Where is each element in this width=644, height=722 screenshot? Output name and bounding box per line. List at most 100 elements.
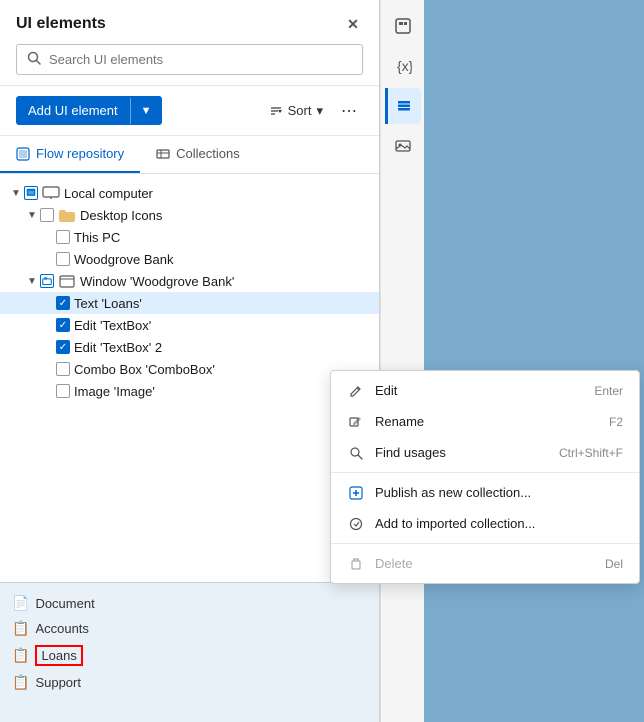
chevron-window: ▼: [24, 273, 40, 289]
checkbox-thispc[interactable]: [56, 230, 70, 244]
sort-button[interactable]: Sort ▾: [261, 98, 331, 124]
tree-item-textbox2[interactable]: ✓ Edit 'TextBox' 2: [0, 336, 379, 358]
tree-container: ▼ Local computer ▼ Desktop Icons: [0, 174, 379, 582]
search-input[interactable]: [49, 52, 352, 67]
edit-menu-icon: [347, 384, 365, 398]
menu-label-rename: Rename: [375, 414, 424, 429]
tree-item-local-computer[interactable]: ▼ Local computer: [0, 182, 379, 204]
more-options-button[interactable]: ⋯: [335, 97, 363, 125]
menu-label-edit: Edit: [375, 383, 397, 398]
sidebar-icon-ui[interactable]: [385, 8, 421, 44]
preview-content: 📄 Document 📋 Accounts 📋 Loans 📋 Support: [0, 583, 379, 703]
menu-separator-2: [331, 543, 639, 544]
checkbox-woodgrove[interactable]: [56, 252, 70, 266]
close-button[interactable]: ✕: [343, 14, 363, 34]
menu-shortcut-find-usages: Ctrl+Shift+F: [559, 446, 623, 460]
left-panel: UI elements ✕ Add UI element ▼: [0, 0, 380, 722]
tree-label-woodgrove: Woodgrove Bank: [74, 252, 174, 267]
tree-item-image[interactable]: Image 'Image': [0, 380, 379, 402]
preview-loans: 📋 Loans: [12, 641, 367, 670]
menu-shortcut-edit: Enter: [594, 384, 623, 398]
preview-area: 📄 Document 📋 Accounts 📋 Loans 📋 Support: [0, 582, 379, 722]
search-icon: [27, 51, 41, 68]
tree-item-combobox[interactable]: Combo Box 'ComboBox': [0, 358, 379, 380]
menu-item-add-imported[interactable]: Add to imported collection...: [331, 508, 639, 539]
rename-menu-icon: [347, 415, 365, 429]
checkbox-textbox2[interactable]: ✓: [56, 340, 70, 354]
menu-shortcut-rename: F2: [609, 415, 623, 429]
tree-label-combobox: Combo Box 'ComboBox': [74, 362, 215, 377]
tree-label-textbox: Edit 'TextBox': [74, 318, 151, 333]
add-button-label: Add UI element: [16, 96, 130, 125]
preview-loans-icon: 📋: [12, 647, 29, 664]
menu-item-edit[interactable]: Edit Enter: [331, 375, 639, 406]
context-menu: Edit Enter Rename F2 Find usages Ctrl+Sh…: [330, 370, 640, 584]
panel-header: UI elements ✕: [0, 0, 379, 86]
tab-flow-label: Flow repository: [36, 146, 124, 161]
preview-loans-label: Loans: [35, 645, 82, 666]
tree-item-loans[interactable]: ✓ Text 'Loans': [0, 292, 379, 314]
menu-item-find-usages[interactable]: Find usages Ctrl+Shift+F: [331, 437, 639, 468]
sidebar-icon-layers[interactable]: [385, 88, 421, 124]
menu-label-find-usages: Find usages: [375, 445, 446, 460]
tree-label-loans: Text 'Loans': [74, 296, 142, 311]
add-imported-icon: [347, 517, 365, 531]
main-container: UI elements ✕ Add UI element ▼: [0, 0, 644, 722]
find-usages-menu-icon: [347, 446, 365, 460]
right-sidebar: {x}: [380, 0, 424, 722]
tree-item-thispc[interactable]: This PC: [0, 226, 379, 248]
preview-support-label: Support: [35, 675, 81, 690]
add-button-dropdown[interactable]: ▼: [130, 98, 162, 124]
menu-label-publish-collection: Publish as new collection...: [375, 485, 531, 500]
preview-accounts: 📋 Accounts: [12, 616, 367, 641]
preview-doc-icon: 📄: [12, 595, 29, 612]
tree-label-local: Local computer: [64, 186, 153, 201]
blue-area: [424, 0, 644, 722]
sort-icon: [269, 104, 283, 118]
preview-document: 📄 Document: [12, 591, 367, 616]
toolbar-right: Sort ▾ ⋯: [261, 97, 363, 125]
tree-label-thispc: This PC: [74, 230, 120, 245]
tab-collections-label: Collections: [176, 146, 240, 161]
menu-label-add-imported: Add to imported collection...: [375, 516, 535, 531]
chevron-desktop: ▼: [24, 207, 40, 223]
flow-tab-icon: [16, 147, 30, 161]
toolbar: Add UI element ▼ Sort ▾ ⋯: [0, 86, 379, 136]
tree-label-textbox2: Edit 'TextBox' 2: [74, 340, 162, 355]
checkbox-desktop[interactable]: [40, 208, 54, 222]
tree-item-woodgrove[interactable]: Woodgrove Bank: [0, 248, 379, 270]
menu-item-delete[interactable]: Delete Del: [331, 548, 639, 579]
tab-collections[interactable]: Collections: [140, 136, 256, 173]
tree-label-window: Window 'Woodgrove Bank': [80, 274, 234, 289]
sidebar-icon-image[interactable]: [385, 128, 421, 164]
tabs-bar: Flow repository Collections: [0, 136, 379, 174]
checkbox-textbox[interactable]: ✓: [56, 318, 70, 332]
menu-separator-1: [331, 472, 639, 473]
tree-item-desktop-icons[interactable]: ▼ Desktop Icons: [0, 204, 379, 226]
checkbox-local[interactable]: [24, 186, 38, 200]
sort-chevron: ▾: [316, 103, 323, 119]
chevron-local: ▼: [8, 185, 24, 201]
tab-flow-repository[interactable]: Flow repository: [0, 136, 140, 173]
preview-support-icon: 📋: [12, 674, 29, 691]
preview-support: 📋 Support: [12, 670, 367, 695]
tree-item-window-woodgrove[interactable]: ▼ Window 'Woodgrove Bank': [0, 270, 379, 292]
preview-accounts-label: Accounts: [35, 621, 88, 636]
checkbox-image[interactable]: [56, 384, 70, 398]
svg-text:{x}: {x}: [397, 58, 412, 74]
sort-label: Sort: [288, 103, 312, 118]
checkbox-window[interactable]: [40, 274, 54, 288]
sidebar-icon-vars[interactable]: {x}: [385, 48, 421, 84]
checkbox-loans[interactable]: ✓: [56, 296, 70, 310]
tree-label-image: Image 'Image': [74, 384, 155, 399]
preview-accounts-icon: 📋: [12, 620, 29, 637]
menu-label-delete: Delete: [375, 556, 413, 571]
menu-item-publish-collection[interactable]: Publish as new collection...: [331, 477, 639, 508]
menu-item-rename[interactable]: Rename F2: [331, 406, 639, 437]
add-ui-element-button[interactable]: Add UI element ▼: [16, 96, 162, 125]
checkbox-combobox[interactable]: [56, 362, 70, 376]
panel-title-row: UI elements ✕: [16, 14, 363, 34]
tree-item-textbox[interactable]: ✓ Edit 'TextBox': [0, 314, 379, 336]
search-bar: [16, 44, 363, 75]
tree-label-desktop: Desktop Icons: [80, 208, 162, 223]
